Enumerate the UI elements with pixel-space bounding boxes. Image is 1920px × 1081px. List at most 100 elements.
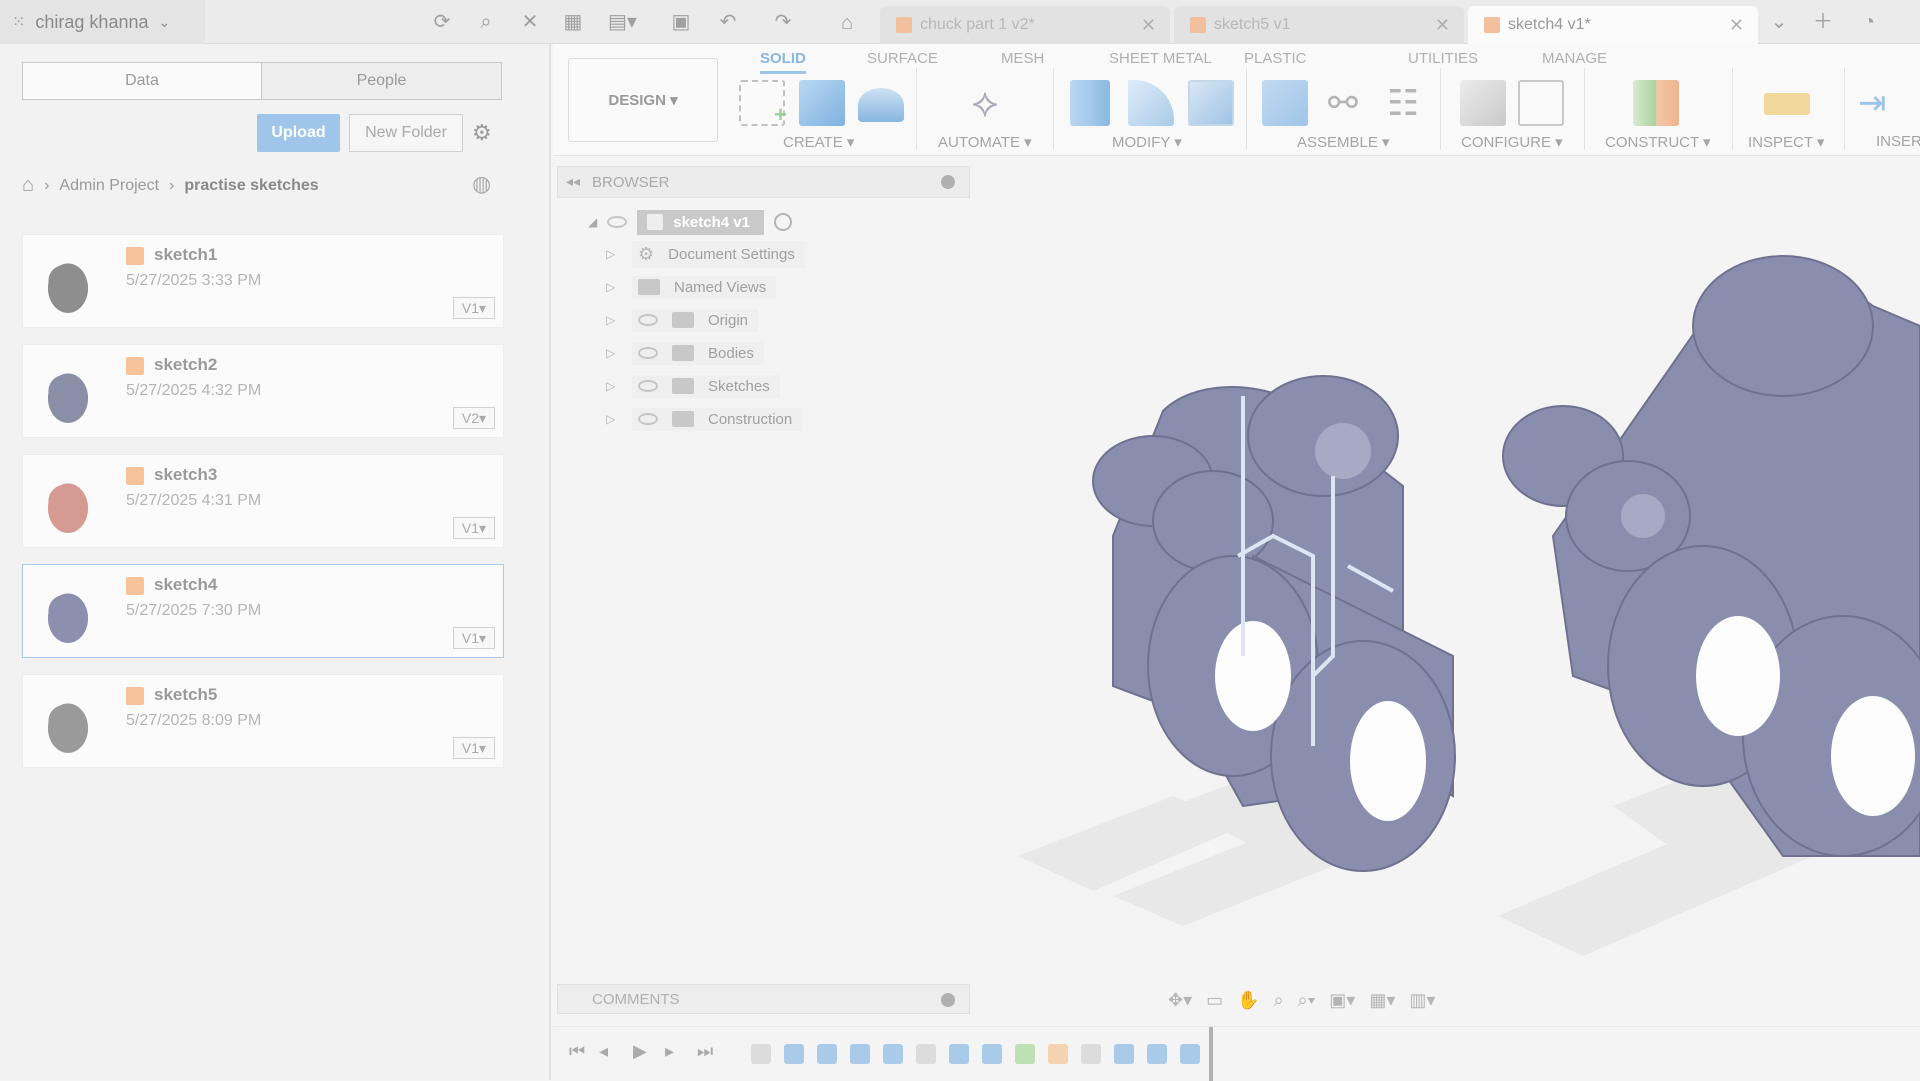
browser-root-node[interactable]: ◢ sketch4 v1 [588,209,792,235]
timeline-feature[interactable] [949,1044,969,1064]
revolve-icon[interactable] [858,88,904,122]
timeline-feature[interactable] [817,1044,837,1064]
expand-triangle-icon[interactable]: ▷ [606,379,618,393]
expand-triangle-icon[interactable]: ▷ [606,313,618,327]
viewports-icon[interactable]: ▥▾ [1409,990,1435,1011]
home-icon[interactable]: ⌂ [834,10,860,36]
timeline-feature[interactable] [1114,1044,1134,1064]
create-sketch-icon[interactable]: + [739,80,787,127]
expand-triangle-icon[interactable]: ▷ [606,247,618,261]
browser-node[interactable]: ▷ Named Views [606,274,777,300]
group-modify[interactable]: MODIFY ▾ [1112,133,1182,151]
gear-icon[interactable]: ⚙ [472,120,492,146]
timeline-feature[interactable] [982,1044,1002,1064]
browser-node[interactable]: ▷ Sketches [606,373,780,399]
group-create[interactable]: CREATE ▾ [783,133,854,151]
tab-solid[interactable]: SOLID [760,50,806,74]
construct-plane-icon[interactable] [1633,80,1679,126]
minimize-icon[interactable] [941,175,955,189]
timeline-feature[interactable] [883,1044,903,1064]
timeline-feature[interactable] [916,1044,936,1064]
measure-icon[interactable] [1764,93,1810,115]
tab-close-icon[interactable]: ✕ [1435,15,1450,36]
add-comment-icon[interactable] [941,993,955,1007]
zoom-icon[interactable]: ⌕ [1274,990,1284,1011]
file-card[interactable]: sketch1 5/27/2025 3:33 PM V1 ▾ [22,234,504,328]
document-tab[interactable]: sketch5 v1 ✕ [1174,6,1464,44]
timeline-feature[interactable] [1147,1044,1167,1064]
browser-node[interactable]: ▷ ⚙ Document Settings [606,240,805,268]
timeline-marker[interactable] [1209,1027,1213,1081]
file-card[interactable]: sketch2 5/27/2025 4:32 PM V2 ▾ [22,344,504,438]
timeline-feature[interactable] [1015,1044,1035,1064]
version-dropdown[interactable]: V2 ▾ [453,407,495,429]
visibility-eye-icon[interactable] [638,413,658,425]
group-automate[interactable]: AUTOMATE ▾ [938,133,1032,151]
fit-icon[interactable]: ⌕▾ [1298,990,1316,1011]
collapse-triangle-icon[interactable]: ◢ [588,215,597,229]
orbit-icon[interactable]: ✥▾ [1168,990,1192,1011]
extrude-icon[interactable] [799,80,845,126]
timeline-feature[interactable] [850,1044,870,1064]
tab-close-icon[interactable]: ✕ [1141,15,1156,36]
step-forward-icon[interactable]: ▸ [665,1041,674,1062]
automate-icon[interactable]: ⟡ [962,80,1008,126]
file-menu-icon[interactable]: ▤▾ [608,9,637,35]
version-dropdown[interactable]: V1 ▾ [453,737,495,759]
tab-mesh[interactable]: MESH [1001,50,1044,67]
configure-icon[interactable] [1460,80,1506,126]
timeline-feature[interactable] [751,1044,771,1064]
group-construct[interactable]: CONSTRUCT ▾ [1605,133,1711,151]
visibility-eye-icon[interactable] [607,216,628,228]
grid-icon[interactable]: ▦ [560,9,586,35]
go-to-end-icon[interactable]: ⏭ [697,1041,713,1062]
close-icon[interactable]: ✕ [517,9,543,35]
document-tab-active[interactable]: sketch4 v1* ✕ [1468,6,1758,44]
visibility-eye-icon[interactable] [638,347,658,359]
globe-icon[interactable]: ◍ [472,171,491,197]
redo-icon[interactable]: ↷ [770,9,796,35]
timeline-feature[interactable] [784,1044,804,1064]
component-tree-icon[interactable]: ☷ [1380,80,1426,126]
tab-surface[interactable]: SURFACE [867,50,938,67]
step-back-icon[interactable]: ◂ [599,1041,608,1062]
display-settings-icon[interactable]: ▣▾ [1329,990,1355,1011]
user-menu[interactable]: ⁙ chirag khanna ⌄ [0,0,205,44]
home-icon[interactable]: ⌂ [22,174,34,197]
comments-panel-header[interactable]: COMMENTS [557,984,970,1014]
config-table-icon[interactable] [1518,80,1564,126]
insert-icon[interactable]: ⇥ [1858,80,1904,126]
tab-people[interactable]: People [261,62,502,100]
tab-close-icon[interactable]: ✕ [1729,15,1744,36]
go-to-start-icon[interactable]: ⏮ [569,1041,585,1062]
version-dropdown[interactable]: V1 ▾ [453,517,495,539]
version-dropdown[interactable]: V1 ▾ [453,297,495,319]
tab-plastic[interactable]: PLASTIC [1244,50,1307,67]
upload-button[interactable]: Upload [257,114,340,152]
workspace-switcher[interactable]: DESIGN ▾ [568,58,718,142]
browser-node[interactable]: ▷ Origin [606,307,759,333]
refresh-icon[interactable]: ⟳ [429,9,455,35]
timeline-feature[interactable] [1180,1044,1200,1064]
press-pull-icon[interactable] [1070,80,1110,126]
browser-panel-header[interactable]: ◂◂ BROWSER [557,166,970,198]
expand-triangle-icon[interactable]: ▷ [606,412,618,426]
group-configure[interactable]: CONFIGURE ▾ [1461,133,1563,151]
tab-data[interactable]: Data [22,62,262,100]
play-icon[interactable]: ▶ [633,1041,647,1062]
browser-node[interactable]: ▷ Construction [606,406,803,432]
new-folder-button[interactable]: New Folder [349,114,463,152]
shell-icon[interactable] [1188,80,1234,126]
tab-sheet-metal[interactable]: SHEET METAL [1109,50,1212,67]
breadcrumb-item[interactable]: Admin Project [59,177,159,195]
activate-radio-icon[interactable] [773,213,792,231]
joint-icon[interactable]: ⚯ [1320,80,1366,126]
visibility-eye-icon[interactable] [638,314,658,326]
job-status-icon[interactable]: ◔ [1856,9,1882,35]
file-card[interactable]: sketch4 5/27/2025 7:30 PM V1 ▾ [22,564,504,658]
version-dropdown[interactable]: V1 ▾ [453,627,495,649]
expand-triangle-icon[interactable]: ▷ [606,280,618,294]
group-insert[interactable]: INSER [1876,133,1920,150]
browser-node[interactable]: ▷ Bodies [606,340,764,366]
new-component-icon[interactable] [1262,80,1308,126]
